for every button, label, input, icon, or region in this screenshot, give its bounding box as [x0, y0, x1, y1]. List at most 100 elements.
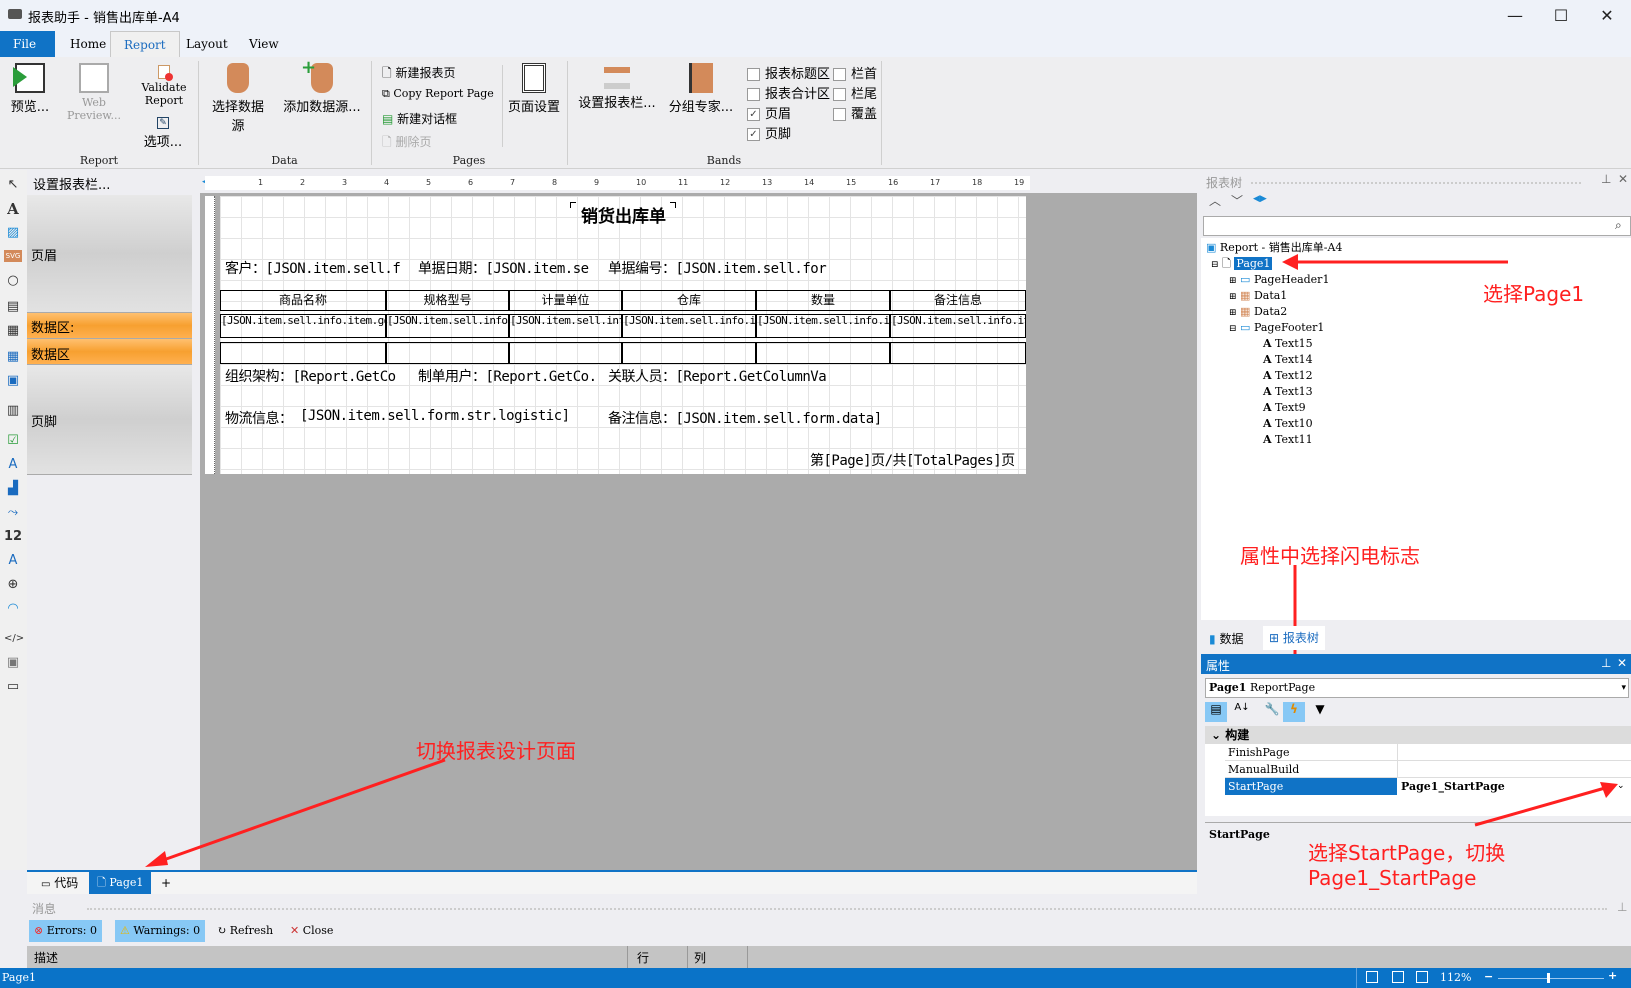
tree-node-text[interactable]: A Text9 [1263, 400, 1306, 416]
empty-cell[interactable] [756, 342, 890, 364]
categorized-icon[interactable]: ▤ [1205, 702, 1227, 722]
column-header[interactable]: 商品名称 [220, 290, 386, 311]
configure-bands-button[interactable]: 设置报表栏... [574, 63, 660, 111]
checkbox-report-title[interactable]: 报表标题区 [747, 65, 830, 85]
events-lightning-icon[interactable]: ϟ [1283, 702, 1305, 722]
close-messages-button[interactable]: ✕ Close [290, 920, 333, 942]
object-selector[interactable]: Page1 ReportPage ▾ [1205, 678, 1629, 698]
doc-number-field[interactable]: 单据编号：[JSON.item.sell.for [608, 258, 848, 278]
column-description[interactable]: 描述 [34, 949, 58, 966]
column-header[interactable]: 数量 [756, 290, 890, 311]
zoom-slider[interactable] [1498, 978, 1604, 979]
tree-node-text[interactable]: A Text14 [1263, 352, 1313, 368]
matrix-tool-icon[interactable]: ▦ [4, 322, 22, 340]
report-title[interactable]: 销货出库单 [575, 202, 672, 227]
pin-icon[interactable]: ⊥ [1617, 900, 1627, 914]
close-panel-icon[interactable]: ✕ [1618, 172, 1628, 186]
move-down-icon[interactable]: ﹀ [1231, 192, 1243, 209]
pointer-tool-icon[interactable]: ↖ [4, 176, 22, 194]
empty-cell[interactable] [220, 342, 386, 364]
barcode-tool-icon[interactable]: ▥ [4, 402, 22, 420]
creator-field[interactable]: 制单用户：[Report.GetCo. [418, 366, 608, 386]
data-cell[interactable]: [JSON.item.sell.info.item.data] [890, 314, 1026, 338]
dropdown-icon[interactable]: ▾ [1621, 679, 1626, 697]
empty-cell[interactable] [622, 342, 756, 364]
select-datasource-button[interactable]: 选择数据源 [206, 63, 270, 134]
checkbox-overlay[interactable]: 覆盖 [833, 105, 877, 125]
tab-view[interactable]: View [236, 31, 292, 57]
warnings-button[interactable]: ⚠ Warnings: 0 [115, 920, 206, 942]
column-header[interactable]: 仓库 [622, 290, 756, 311]
add-datasource-button[interactable]: + 添加数据源... [280, 57, 364, 115]
checkbox-report-summary[interactable]: 报表合计区 [747, 85, 830, 105]
search-icon[interactable]: ⌕ [1615, 218, 1622, 233]
checkbox-page-footer[interactable]: ✓ 页脚 [747, 125, 830, 145]
map-tool-icon[interactable]: ⊕ [4, 576, 22, 594]
report-page[interactable]: 销货出库单 客户：[JSON.item.sell.f 单据日期：[JSON.it… [220, 196, 1026, 474]
errors-button[interactable]: ⊗ Errors: 0 [29, 920, 102, 942]
close-panel-icon[interactable]: ✕ [1617, 656, 1627, 670]
web-preview-button[interactable]: Web Preview... [64, 63, 124, 122]
expand-icon[interactable]: ◀▶ [1253, 194, 1267, 204]
tree-node-data1[interactable]: ⊞ ▦ Data1 [1229, 288, 1287, 304]
text-tool-icon[interactable]: A [4, 200, 22, 218]
property-row[interactable]: ManualBuild [1225, 761, 1631, 778]
org-field[interactable]: 组织架构：[Report.GetCo [225, 366, 413, 386]
empty-cell[interactable] [386, 342, 509, 364]
close-window-button[interactable]: ✕ [1584, 2, 1630, 30]
checkbox-column-footer[interactable]: 栏尾 [833, 85, 877, 105]
column-header[interactable]: 备注信息 [890, 290, 1026, 311]
maximize-button[interactable]: ☐ [1538, 2, 1584, 30]
group-expert-button[interactable]: 分组专家... [664, 63, 738, 115]
signature-tool-icon[interactable]: ▭ [4, 678, 22, 696]
tab-data[interactable]: ▮ 数据 [1209, 630, 1243, 647]
crosstab-tool-icon[interactable]: ▣ [4, 372, 22, 390]
tab-page1[interactable]: 🗋 Page1 [89, 872, 152, 894]
logistic-label[interactable]: 物流信息： [225, 408, 293, 428]
cellular-tool-icon[interactable]: ▣ [4, 654, 22, 672]
sparkline-tool-icon[interactable]: ⤳ [4, 504, 22, 522]
actual-size-icon[interactable] [1416, 971, 1428, 983]
logistic-field[interactable]: [JSON.item.sell.form.str.logistic] [300, 408, 570, 424]
new-page-button[interactable]: 🗋 新建报表页 [382, 64, 456, 85]
delete-page-button[interactable]: 🗋 删除页 [382, 133, 432, 154]
data-cell[interactable]: [JSON.item.sell.info.item.nums] [756, 314, 890, 338]
empty-cell[interactable] [509, 342, 622, 364]
band-data-1[interactable]: 数据区: [27, 313, 192, 339]
customer-field[interactable]: 客户：[JSON.item.sell.f [225, 258, 413, 278]
column-header[interactable]: 规格型号 [386, 290, 509, 311]
band-page-header[interactable]: 页眉 [27, 195, 192, 313]
new-dialog-button[interactable]: ▤ 新建对话框 [382, 110, 457, 127]
richtext-tool-icon[interactable]: A [4, 456, 22, 474]
fit-page-icon[interactable] [1392, 971, 1404, 983]
zoom-out-button[interactable]: − [1484, 970, 1493, 983]
gauge-tool-icon[interactable]: ◠ [4, 600, 22, 618]
checkbox-box[interactable]: ✓ [747, 128, 760, 141]
checkbox-box[interactable] [747, 88, 760, 101]
checkbox-box[interactable] [833, 68, 846, 81]
zipcode-tool-icon[interactable]: A [4, 552, 22, 570]
options-button[interactable]: ✎ 选项... [138, 117, 188, 150]
related-person-field[interactable]: 关联人员：[Report.GetColumnVa [608, 366, 848, 386]
zoom-in-button[interactable]: + [1608, 969, 1617, 982]
data-cell[interactable]: [JSON.item.sell.info.item.warehouse_data… [622, 314, 756, 338]
remark-field[interactable]: 备注信息：[JSON.item.sell.form.data] [608, 408, 882, 428]
empty-cell[interactable] [890, 342, 1026, 364]
tree-node-data2[interactable]: ⊞ ▦ Data2 [1229, 304, 1287, 320]
tree-node-page1[interactable]: ⊟ 🗋 Page1 [1211, 256, 1273, 272]
column-col[interactable]: 列 [694, 949, 706, 966]
fit-width-icon[interactable] [1366, 971, 1378, 983]
checkbox-box[interactable]: ✓ [747, 108, 760, 121]
subreport-tool-icon[interactable]: ▤ [4, 298, 22, 316]
column-row[interactable]: 行 [637, 949, 649, 966]
refresh-button[interactable]: ↻ Refresh [217, 920, 273, 942]
data-cell[interactable]: [JSON.item.sell.info.item.str.cell [509, 314, 622, 338]
date-field[interactable]: 单据日期：[JSON.item.se [418, 258, 608, 278]
properties-wrench-icon[interactable]: 🔧 [1261, 702, 1283, 722]
tab-report[interactable]: Report [110, 31, 180, 57]
checkbox-page-header[interactable]: ✓ 页眉 [747, 105, 830, 125]
tab-file[interactable]: File [0, 31, 55, 57]
table-tool-icon[interactable]: ▦ [4, 348, 22, 366]
move-up-icon[interactable]: ︿ [1209, 192, 1221, 209]
pin-icon[interactable]: ⊥ [1601, 656, 1611, 670]
